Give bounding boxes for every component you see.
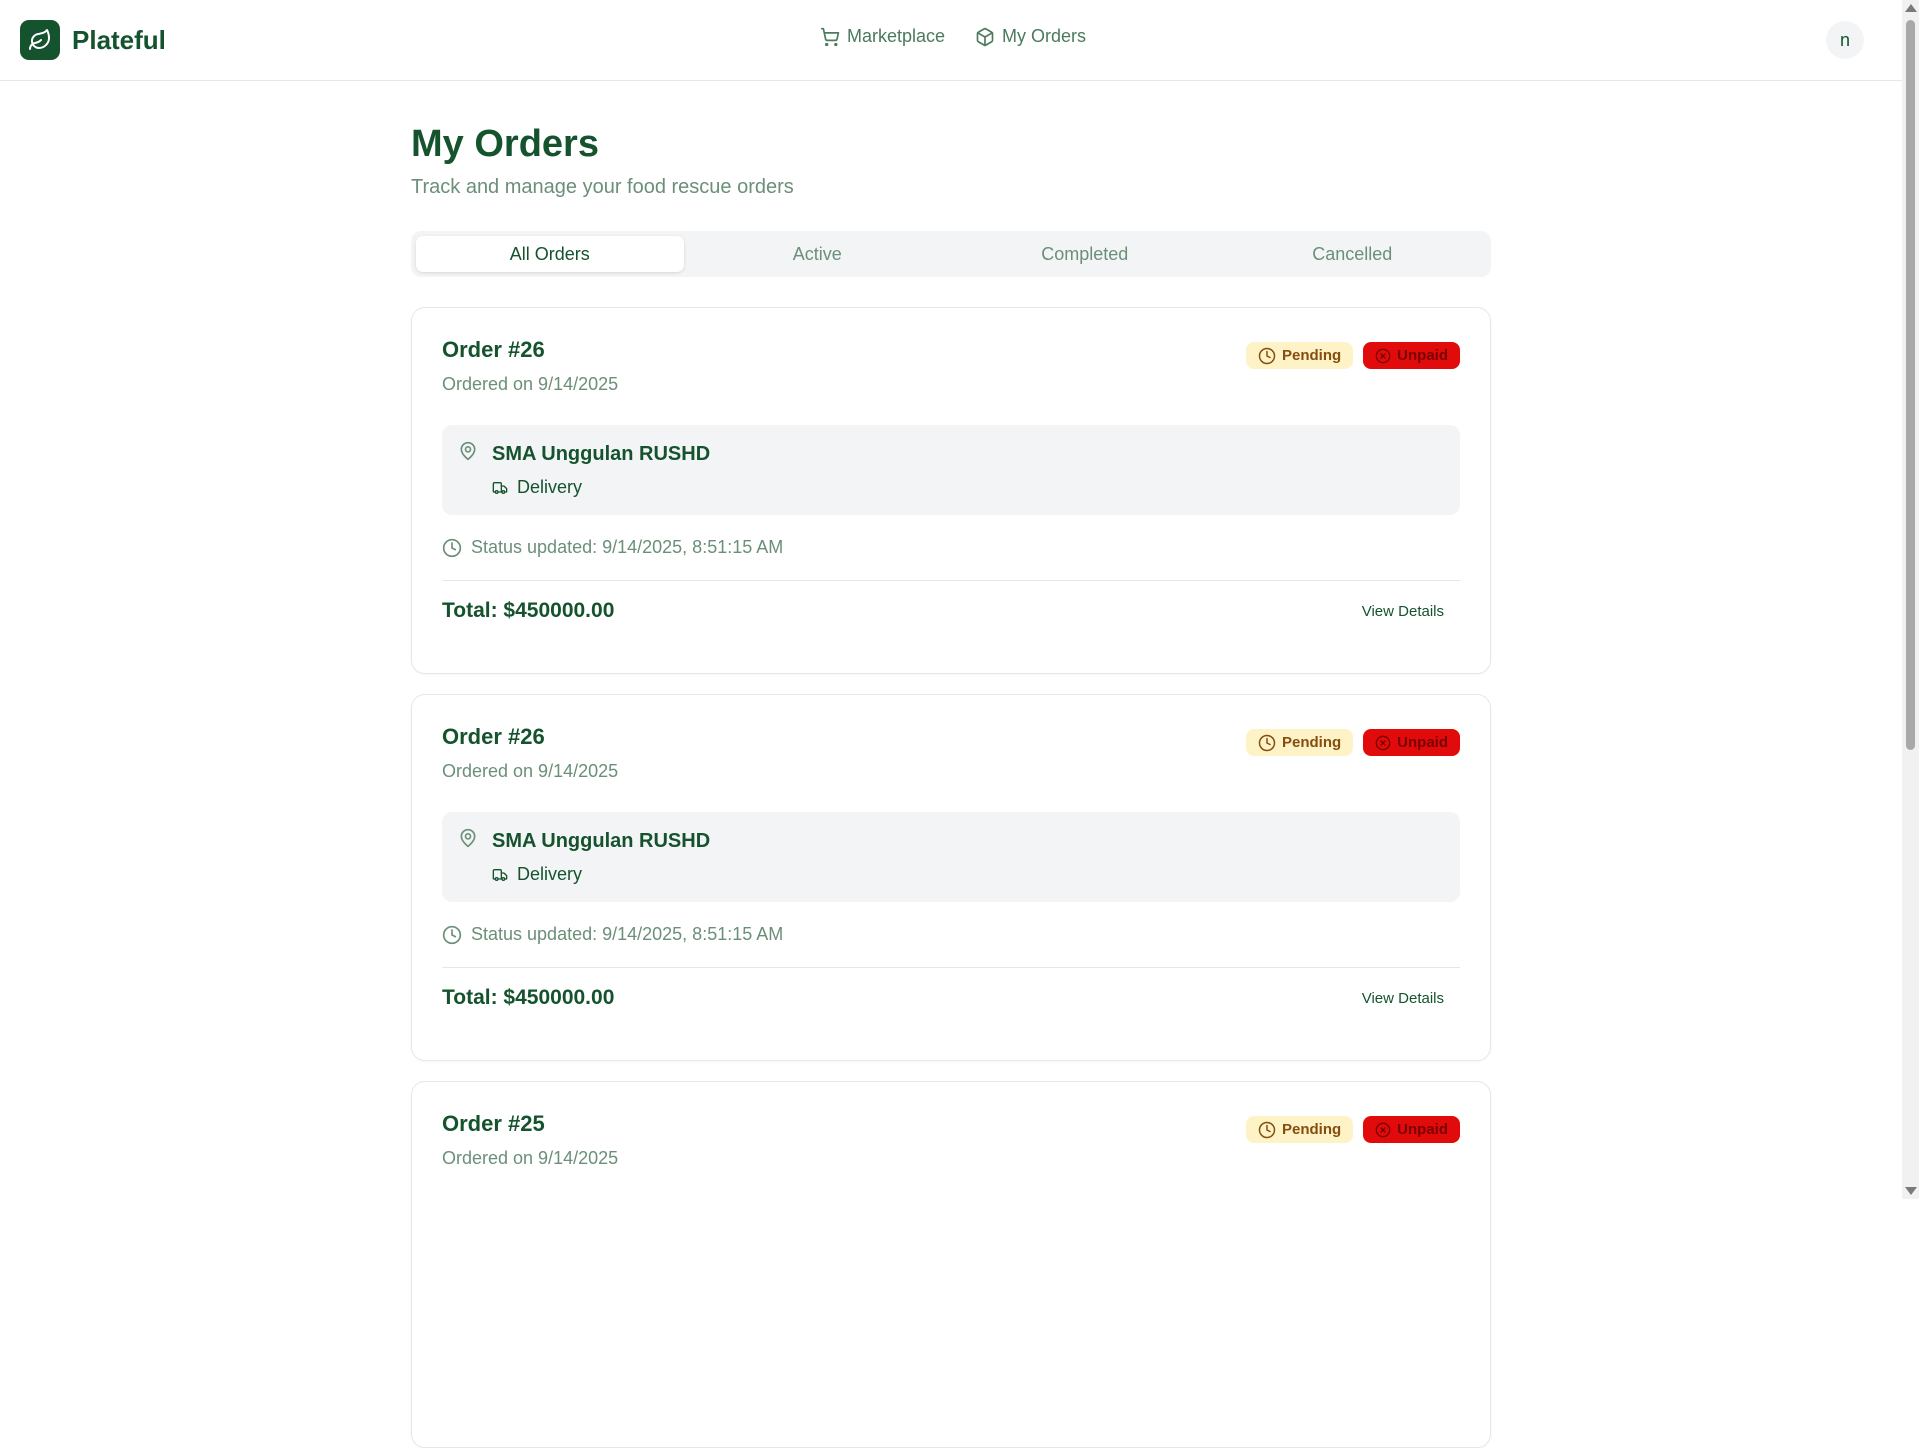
status-updated-text: Status updated: 9/14/2025, 8:51:15 AM	[471, 924, 784, 944]
avatar[interactable]: n	[1826, 21, 1864, 59]
order-tabs: All Orders Active Completed Cancelled	[411, 231, 1491, 277]
truck-icon	[492, 868, 508, 881]
x-circle-icon	[1375, 348, 1391, 363]
leaf-icon	[20, 20, 60, 60]
fulfillment-method: Delivery	[492, 864, 582, 885]
payment-badge: Unpaid	[1363, 729, 1460, 756]
cart-icon	[820, 27, 840, 46]
location-box: SMA Unggulan RUSHD Delivery	[442, 425, 1460, 515]
status-badge: Pending	[1245, 729, 1354, 756]
order-date: Ordered on 9/14/2025	[442, 1148, 619, 1168]
clock-icon	[1258, 734, 1276, 751]
scroll-thumb[interactable]	[1906, 20, 1915, 750]
payment-badge-label: Unpaid	[1397, 347, 1448, 364]
view-details-button[interactable]: View Details	[1346, 984, 1460, 1013]
clock-icon	[442, 538, 462, 557]
status-badge-label: Pending	[1281, 1121, 1342, 1138]
status-updated: Status updated: 9/14/2025, 8:51:15 AM	[442, 924, 1460, 945]
scroll-up-icon[interactable]	[1905, 4, 1917, 12]
order-footer: Total: $450000.00 View Details	[442, 968, 1460, 1028]
order-badges: Pending Unpaid	[1245, 729, 1460, 756]
order-card: Order #26 Ordered on 9/14/2025 Pending U…	[411, 307, 1491, 674]
fulfillment-method-label: Delivery	[517, 477, 583, 497]
status-updated: Status updated: 9/14/2025, 8:51:15 AM	[442, 537, 1460, 558]
status-badge: Pending	[1245, 1116, 1354, 1143]
order-card: Order #26 Ordered on 9/14/2025 Pending U…	[411, 694, 1491, 1061]
tab-all-orders[interactable]: All Orders	[416, 236, 684, 272]
order-date: Ordered on 9/14/2025	[442, 761, 619, 781]
payment-badge: Unpaid	[1363, 342, 1460, 369]
page-subtitle: Track and manage your food rescue orders	[411, 176, 794, 198]
main-content: My Orders Track and manage your food res…	[411, 80, 1491, 1448]
package-icon	[976, 27, 994, 46]
main-nav: Marketplace My Orders	[820, 26, 1086, 47]
payment-badge-label: Unpaid	[1397, 734, 1448, 751]
nav-my-orders-label: My Orders	[1002, 26, 1087, 46]
fulfillment-method-label: Delivery	[517, 864, 583, 884]
status-updated-text: Status updated: 9/14/2025, 8:51:15 AM	[471, 537, 784, 557]
brand[interactable]: Plateful	[20, 20, 166, 60]
nav-marketplace[interactable]: Marketplace	[820, 26, 945, 47]
status-badge: Pending	[1245, 342, 1354, 369]
clock-icon	[1258, 1121, 1276, 1138]
location-name: SMA Unggulan RUSHD	[492, 443, 711, 465]
tab-completed[interactable]: Completed	[951, 236, 1219, 272]
nav-marketplace-label: Marketplace	[847, 26, 946, 46]
location-name: SMA Unggulan RUSHD	[492, 830, 711, 852]
payment-badge-label: Unpaid	[1397, 1121, 1448, 1138]
map-pin-icon	[460, 828, 476, 848]
nav-my-orders[interactable]: My Orders	[975, 26, 1086, 47]
order-card: Order #25 Ordered on 9/14/2025 Pending U…	[411, 1081, 1491, 1448]
x-circle-icon	[1375, 735, 1391, 750]
map-pin-icon	[460, 441, 476, 461]
scroll-down-icon[interactable]	[1905, 1187, 1917, 1195]
top-navbar: Plateful Marketplace My Orders n	[0, 0, 1902, 81]
status-badge-label: Pending	[1281, 734, 1342, 751]
clock-icon	[442, 925, 462, 944]
clock-icon	[1258, 347, 1276, 364]
scrollbar[interactable]	[1902, 0, 1919, 1199]
x-circle-icon	[1375, 1122, 1391, 1137]
page-title: My Orders	[411, 123, 599, 165]
fulfillment-method: Delivery	[492, 477, 582, 498]
order-date: Ordered on 9/14/2025	[442, 374, 619, 394]
order-badges: Pending Unpaid	[1245, 342, 1460, 369]
tab-cancelled[interactable]: Cancelled	[1219, 236, 1487, 272]
view-details-button[interactable]: View Details	[1346, 597, 1460, 626]
location-box: SMA Unggulan RUSHD Delivery	[442, 812, 1460, 902]
status-badge-label: Pending	[1281, 347, 1342, 364]
tab-active[interactable]: Active	[684, 236, 952, 272]
payment-badge: Unpaid	[1363, 1116, 1460, 1143]
truck-icon	[492, 481, 508, 494]
order-total: Total: $450000.00	[442, 986, 615, 1009]
order-total: Total: $450000.00	[442, 599, 615, 622]
order-badges: Pending Unpaid	[1245, 1116, 1460, 1143]
order-footer: Total: $450000.00 View Details	[442, 581, 1460, 641]
brand-name: Plateful	[72, 24, 166, 55]
